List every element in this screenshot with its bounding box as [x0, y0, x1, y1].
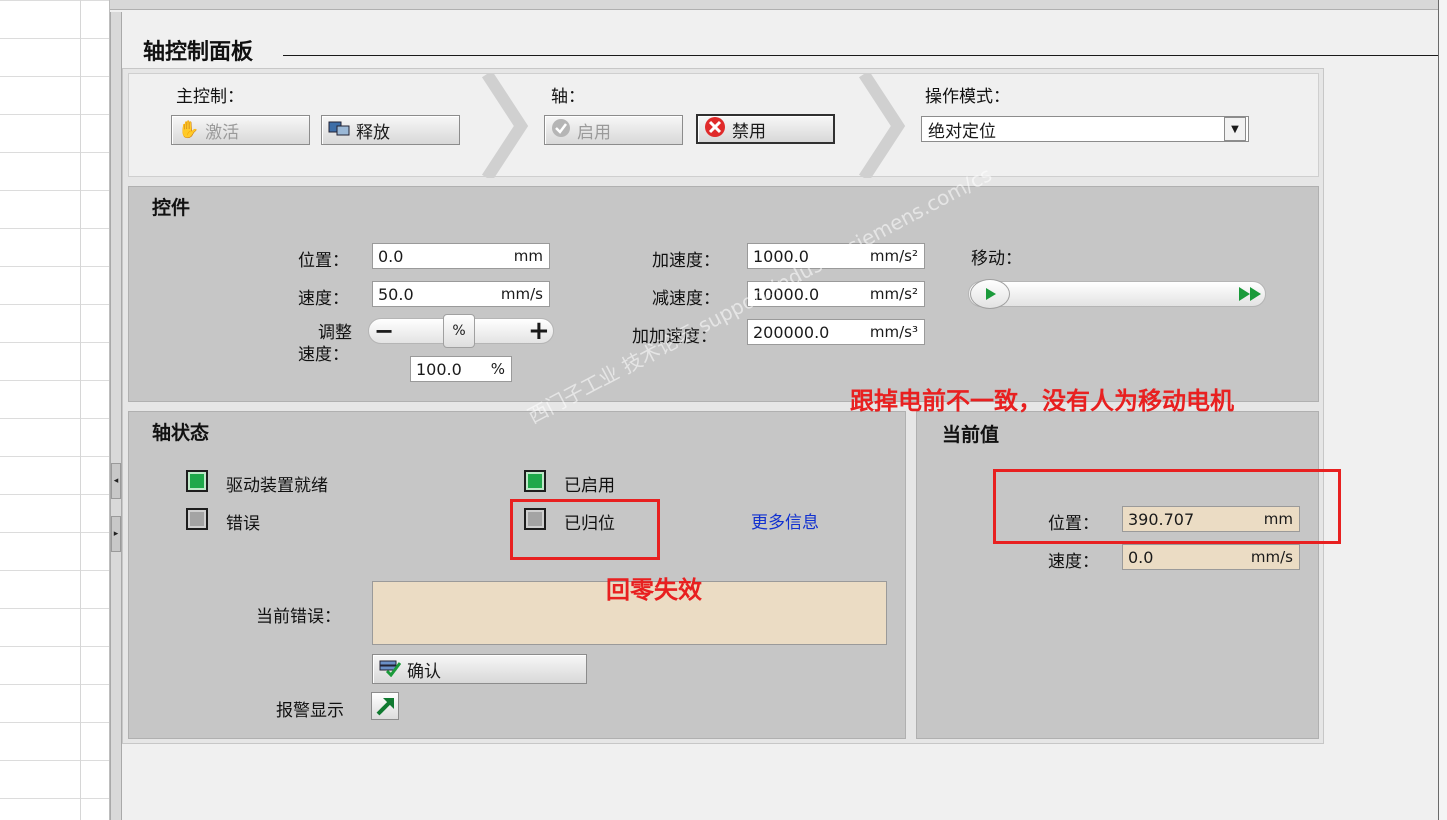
operating-mode-value: 绝对定位 — [928, 121, 996, 142]
position-label: 位置： — [298, 251, 349, 271]
operating-mode-select[interactable]: 绝对定位 ▼ — [921, 116, 1249, 142]
title-underline — [283, 55, 1438, 56]
check-circle-icon — [551, 118, 571, 143]
move-slider[interactable] — [968, 281, 1266, 307]
error-label: 错误 — [226, 514, 260, 534]
velocity-value: 50.0 — [378, 284, 414, 304]
plus-icon[interactable]: + — [528, 316, 550, 346]
enable-button[interactable]: 启用 — [544, 115, 683, 145]
current-values-section — [916, 411, 1319, 739]
acceleration-field[interactable]: 1000.0 mm/s² — [747, 243, 925, 269]
velocity-unit: mm/s — [500, 285, 543, 303]
chevron-down-icon[interactable]: ▼ — [1224, 117, 1246, 141]
position-unit: mm — [513, 247, 543, 265]
expand-right-icon[interactable]: ▸ — [111, 516, 121, 552]
override-field[interactable]: 100.0 % — [410, 356, 512, 382]
operating-mode-label: 操作模式： — [925, 87, 1010, 107]
activate-label: 激活 — [205, 122, 240, 143]
error-led — [186, 508, 208, 530]
acknowledge-button[interactable]: 确认 — [372, 654, 587, 684]
axis-label: 轴： — [551, 87, 585, 107]
drive-ready-label: 驱动装置就绪 — [226, 476, 328, 496]
override-label-line2: 速度： — [298, 345, 349, 365]
axis-status-title: 轴状态 — [152, 422, 210, 444]
current-error-label: 当前错误： — [256, 607, 341, 627]
actual-velocity-field: 0.0 mm/s — [1122, 544, 1300, 570]
panel-title: 轴控制面板 — [143, 40, 254, 65]
override-thumb-label: % — [452, 323, 466, 339]
velocity-field[interactable]: 50.0 mm/s — [372, 281, 550, 307]
actual-velocity-value: 0.0 — [1128, 547, 1154, 567]
position-highlight-box — [993, 469, 1341, 544]
more-info-link[interactable]: 更多信息 — [751, 508, 819, 533]
enabled-led — [524, 470, 546, 492]
current-values-title: 当前值 — [942, 424, 1000, 446]
position-field[interactable]: 0.0 mm — [372, 243, 550, 269]
top-strip — [0, 0, 1447, 10]
acceleration-label: 加速度： — [652, 251, 720, 271]
grid-divider — [80, 0, 81, 820]
move-label: 移动： — [971, 249, 1022, 269]
deceleration-value: 10000.0 — [753, 284, 820, 304]
drive-ready-led — [186, 470, 208, 492]
master-control-label: 主控制： — [176, 87, 244, 107]
deceleration-label: 减速度： — [652, 289, 720, 309]
play-forward-icon[interactable] — [970, 279, 1010, 309]
position-value: 0.0 — [378, 246, 404, 266]
hand-icon: ✋ — [178, 120, 200, 140]
override-unit: % — [490, 360, 505, 378]
axis-status-section — [128, 411, 906, 739]
power-loss-annotation: 跟掉电前不一致，没有人为移动电机 — [850, 387, 1234, 415]
homed-highlight-box — [510, 499, 660, 560]
minus-icon[interactable]: − — [374, 318, 394, 344]
collapse-left-icon[interactable]: ◂ — [111, 463, 121, 499]
jerk-unit: mm/s³ — [869, 323, 918, 341]
enabled-label: 已启用 — [564, 476, 615, 496]
override-value: 100.0 — [416, 359, 462, 379]
activate-button[interactable]: ✋ 激活 — [171, 115, 310, 145]
release-icon — [328, 119, 350, 142]
actual-velocity-unit: mm/s — [1250, 548, 1293, 566]
right-frame — [1438, 0, 1447, 820]
acknowledge-label: 确认 — [407, 661, 441, 682]
acceleration-value: 1000.0 — [753, 246, 809, 266]
homing-failed-annotation: 回零失效 — [606, 576, 702, 604]
acceleration-unit: mm/s² — [869, 247, 918, 265]
x-circle-icon — [704, 116, 726, 143]
jerk-value: 200000.0 — [753, 322, 830, 342]
disable-button[interactable]: 禁用 — [696, 114, 835, 144]
release-button[interactable]: 释放 — [321, 115, 460, 145]
deceleration-field[interactable]: 10000.0 mm/s² — [747, 281, 925, 307]
splitter[interactable] — [110, 12, 122, 820]
disable-label: 禁用 — [732, 121, 766, 142]
project-tree-grid — [0, 0, 110, 820]
fast-forward-icon[interactable] — [1238, 285, 1264, 307]
jerk-field[interactable]: 200000.0 mm/s³ — [747, 319, 925, 345]
velocity-label: 速度： — [298, 289, 349, 309]
actual-velocity-label: 速度： — [1048, 552, 1099, 572]
controls-title: 控件 — [152, 197, 191, 219]
deceleration-unit: mm/s² — [869, 285, 918, 303]
jerk-label: 加加速度： — [632, 327, 717, 347]
acknowledge-icon — [379, 657, 402, 682]
release-label: 释放 — [356, 122, 390, 143]
open-arrow-icon[interactable] — [371, 692, 399, 720]
alarm-display-label: 报警显示 — [276, 701, 344, 721]
override-slider-thumb[interactable]: % — [443, 314, 475, 348]
enable-label: 启用 — [577, 122, 611, 143]
